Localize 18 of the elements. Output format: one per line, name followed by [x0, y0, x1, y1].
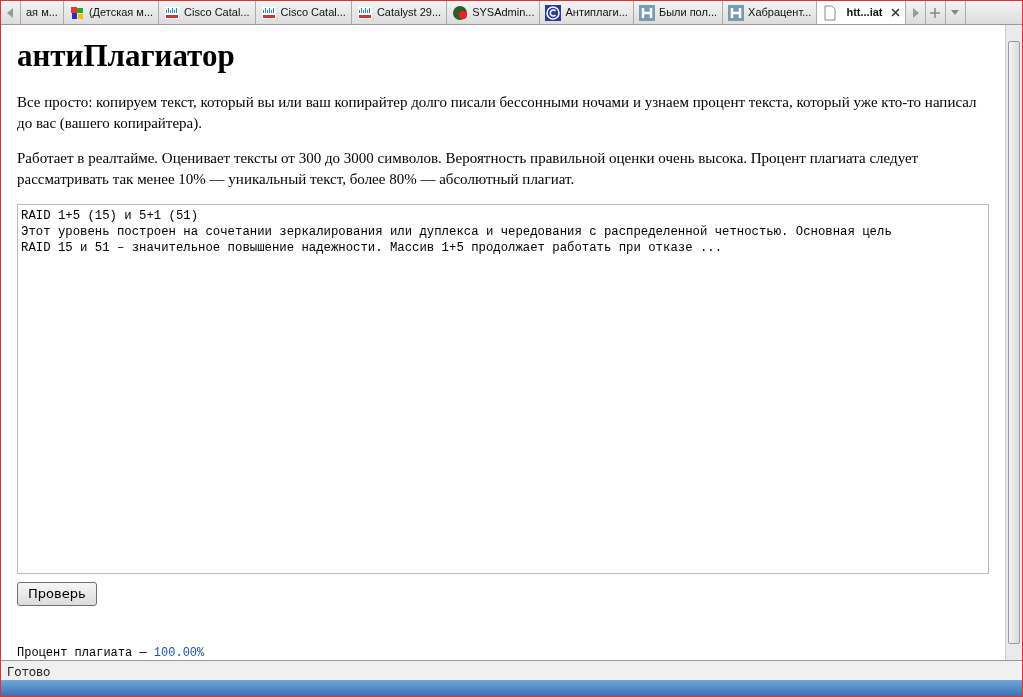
status-text: Готово [1, 660, 1022, 680]
browser-tab[interactable]: Антиплаги... [540, 1, 634, 24]
result-value: 100.00% [153, 645, 205, 660]
browser-tab[interactable]: htt...iat [817, 1, 906, 24]
browser-tab[interactable]: Catalyst 29... [351, 1, 448, 24]
paragraph: Работает в реалтайме. Оценивает тексты от 300 до 3000 символов. Вероятность правильной оценки очень высока. Процент плагиата следует рассматривать так менее 10% — уникальный текст, более 80% — абсолютный плагиат. [17, 149, 920, 190]
text-input-field[interactable]: RAID 1+5 (15) и 5+1 (51) Этот уровень построен на сочетании зеркалирования или дуплекса и чередования с распределенной четностью. Основная цель RAID 15 и 51 – значительное повышение надежности. Массив 1+5 продолжает работать при отказе ... [17, 204, 989, 575]
browser-tab[interactable]: Хабрацент... [723, 1, 818, 24]
result-label: Процент плагиата — [17, 645, 147, 660]
browser-tab[interactable]: Cisco Catal... [255, 1, 352, 24]
browser-tab[interactable]: SYSAdmin... [447, 1, 541, 24]
browser-tab[interactable]: Были пол... [633, 1, 724, 24]
paragraph: Все просто: копируем текст, который вы или ваш копирайтер долго писали бессонными ночами и узнаем процент текста, который уже кто-то написал до вас (вашего копирайтера). [17, 93, 978, 134]
check-button[interactable]: Проверь [17, 582, 97, 606]
browser-tab[interactable]: (Детская м... [63, 1, 160, 24]
browser-tab[interactable]: ая м... [21, 1, 64, 24]
browser-tab[interactable]: Cisco Catal... [159, 1, 256, 24]
page-title: антиПлагиатор [17, 37, 236, 75]
